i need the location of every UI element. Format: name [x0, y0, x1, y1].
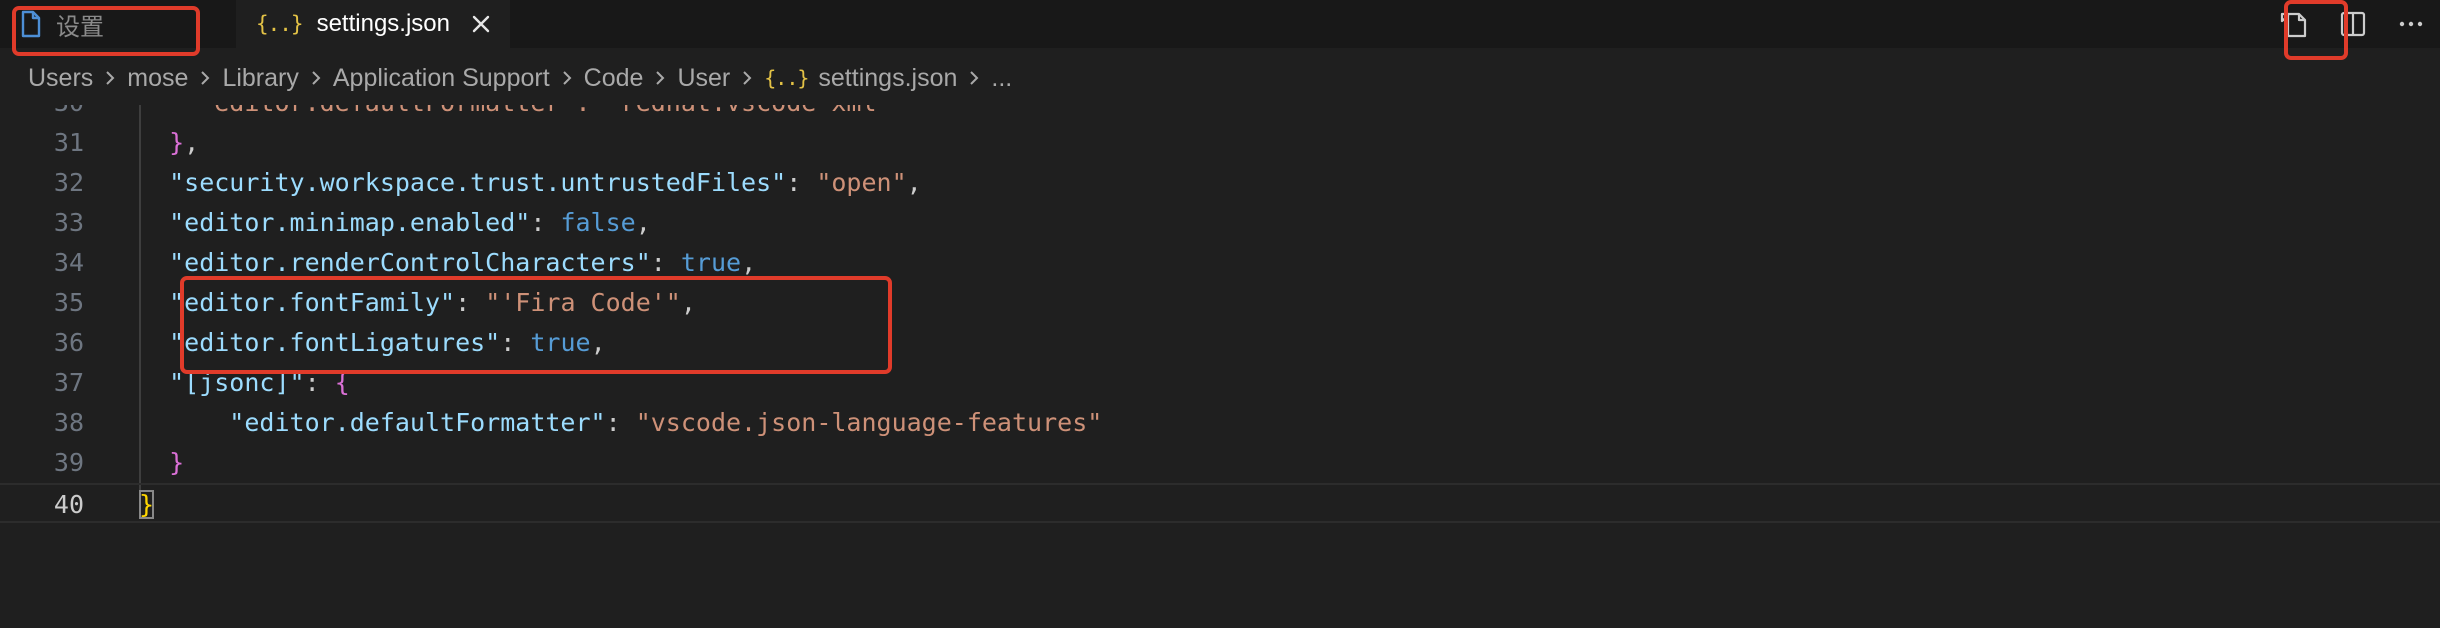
- json-file-icon: {..}: [256, 12, 304, 36]
- code-token: {: [334, 368, 350, 397]
- code-token: "editor.minimap.enabled": [139, 208, 531, 237]
- code-line[interactable]: 37 "[jsonc]": {: [0, 363, 2440, 403]
- tab-settings-ui-label: 设置: [56, 13, 104, 41]
- code-text: "editor.renderControlCharacters": true,: [139, 243, 756, 283]
- chevron-right-icon: [198, 68, 212, 88]
- tab-settings-json[interactable]: {..} settings.json: [236, 0, 510, 48]
- code-token: ,: [184, 128, 200, 157]
- code-line[interactable]: 40}: [0, 483, 2440, 523]
- code-line[interactable]: 39 }: [0, 443, 2440, 483]
- line-number: 38: [53, 408, 84, 437]
- code-text: }: [139, 443, 184, 483]
- code-token: false: [560, 208, 636, 237]
- line-number: 37: [53, 368, 84, 397]
- line-number: 32: [53, 168, 84, 197]
- breadcrumb-item-code[interactable]: Code: [584, 64, 644, 93]
- code-token: ,: [635, 208, 651, 237]
- line-number: 35: [53, 288, 84, 317]
- breadcrumb-item-symbol[interactable]: ...: [991, 64, 1012, 93]
- more-actions-icon: [2399, 21, 2423, 27]
- code-token: :: [605, 408, 636, 437]
- code-text: "editor.minimap.enabled": false,: [139, 203, 651, 243]
- code-line[interactable]: 38 "editor.defaultFormatter": "vscode.js…: [0, 403, 2440, 443]
- breadcrumb-item-users[interactable]: Users: [28, 64, 93, 93]
- line-number: 39: [53, 448, 84, 477]
- breadcrumb: Users mose Library Application Support C…: [0, 48, 2440, 108]
- tab-settings-ui[interactable]: 设置: [0, 0, 226, 48]
- chevron-right-icon: [103, 68, 117, 88]
- breadcrumb-item-mose[interactable]: mose: [127, 64, 188, 93]
- code-token: :: [786, 168, 817, 197]
- editor-actions: [2266, 0, 2440, 48]
- code-text: "[jsonc]": {: [139, 363, 350, 403]
- code-line[interactable]: 30 "editor.defaultFormatter": "redhat.vs…: [0, 105, 2440, 123]
- breadcrumb-item-settings-json[interactable]: {..} settings.json: [764, 64, 957, 93]
- code-token: :: [650, 248, 681, 277]
- code-token: true: [530, 328, 591, 357]
- code-token: :: [500, 328, 531, 357]
- breadcrumb-item-library[interactable]: Library: [222, 64, 298, 93]
- code-line[interactable]: 36 "editor.fontLigatures": true,: [0, 323, 2440, 363]
- code-line[interactable]: 32 "security.workspace.trust.untrustedFi…: [0, 163, 2440, 203]
- code-token: "editor.renderControlCharacters": [139, 248, 651, 277]
- code-line[interactable]: 35 "editor.fontFamily": "'Fira Code'",: [0, 283, 2440, 323]
- code-token: "[jsonc]": [139, 368, 305, 397]
- code-text: "editor.fontLigatures": true,: [139, 323, 606, 363]
- line-number: 36: [53, 328, 84, 357]
- breadcrumb-item-user[interactable]: User: [677, 64, 730, 93]
- chevron-right-icon: [653, 68, 667, 88]
- chevron-right-icon: [740, 68, 754, 88]
- code-token: "editor.defaultFormatter": [139, 408, 606, 437]
- code-line[interactable]: 33 "editor.minimap.enabled": false,: [0, 203, 2440, 243]
- line-number: 31: [53, 128, 84, 157]
- code-line[interactable]: 31 },: [0, 123, 2440, 163]
- code-text: "editor.defaultFormatter": "redhat.vscod…: [139, 105, 891, 123]
- code-text: },: [139, 123, 199, 163]
- close-icon[interactable]: [470, 13, 492, 35]
- code-token: "editor.defaultFormatter": "redhat.vscod…: [139, 105, 891, 117]
- code-token: :: [304, 368, 335, 397]
- code-token: "editor.fontLigatures": [139, 328, 501, 357]
- split-editor-button[interactable]: [2324, 0, 2382, 48]
- line-number: 34: [53, 248, 84, 277]
- code-text: "security.workspace.trust.untrustedFiles…: [139, 163, 922, 203]
- chevron-right-icon: [560, 68, 574, 88]
- code-token: true: [680, 248, 742, 277]
- breadcrumb-item-application-support[interactable]: Application Support: [333, 64, 550, 93]
- code-token: "editor.fontFamily": [139, 288, 456, 317]
- code-token: ,: [680, 288, 696, 317]
- line-number: 33: [53, 208, 84, 237]
- code-token: ,: [906, 168, 922, 197]
- code-text: }: [139, 485, 155, 525]
- chevron-right-icon: [967, 68, 981, 88]
- line-number: 30: [0, 105, 84, 123]
- json-file-icon: {..}: [764, 66, 809, 90]
- breadcrumb-item-settings-json-label: settings.json: [818, 63, 958, 92]
- split-editor-icon: [2340, 11, 2366, 37]
- code-text: "editor.defaultFormatter": "vscode.json-…: [139, 403, 1102, 443]
- code-token: :: [530, 208, 561, 237]
- code-token: }: [139, 128, 185, 157]
- code-token: :: [455, 288, 486, 317]
- code-token: "vscode.json-language-features": [635, 408, 1103, 437]
- line-number: 40: [53, 490, 84, 519]
- code-token: "'Fira Code'": [485, 288, 681, 317]
- editor-tab-bar: 设置 {..} settings.json: [0, 0, 2440, 48]
- code-token: "open": [816, 168, 907, 197]
- code-token: ,: [741, 248, 757, 277]
- file-icon: [21, 10, 41, 38]
- code-editor[interactable]: 30 "editor.defaultFormatter": "redhat.vs…: [0, 105, 2440, 628]
- more-actions-button[interactable]: [2382, 0, 2440, 48]
- tab-settings-json-label: settings.json: [316, 10, 450, 37]
- code-line[interactable]: 34 "editor.renderControlCharacters": tru…: [0, 243, 2440, 283]
- code-token: ,: [590, 328, 606, 357]
- code-token: "security.workspace.trust.untrustedFiles…: [139, 168, 787, 197]
- open-settings-ui-button[interactable]: [2266, 0, 2324, 48]
- code-token: }: [139, 448, 185, 477]
- code-text: "editor.fontFamily": "'Fira Code'",: [139, 283, 696, 323]
- code-token: }: [139, 490, 155, 519]
- chevron-right-icon: [309, 68, 323, 88]
- open-settings-ui-icon: [2280, 12, 2307, 38]
